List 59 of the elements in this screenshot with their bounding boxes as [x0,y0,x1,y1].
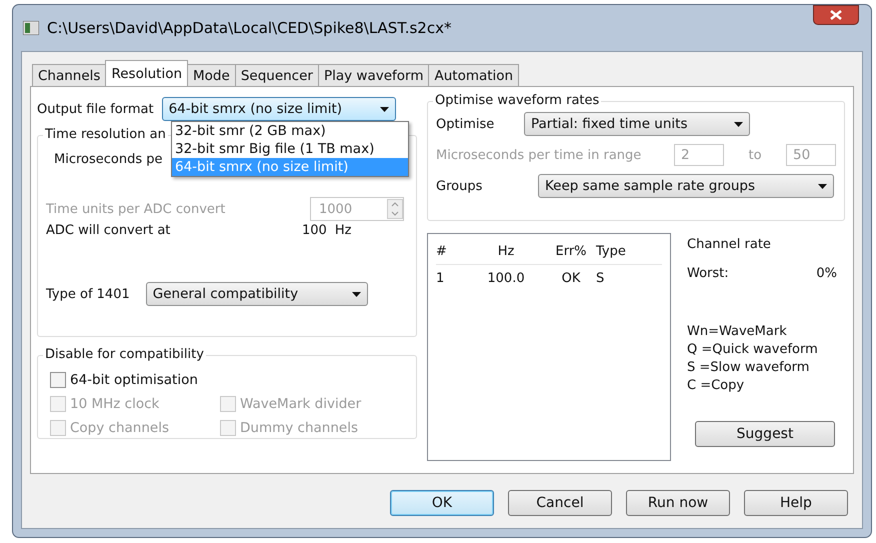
close-icon [830,10,842,20]
unit-label: Hz [334,223,352,238]
close-button[interactable] [813,5,859,25]
legend-text: S =Slow waveform [687,359,810,377]
checkbox-label: 64-bit optimisation [70,372,198,388]
field-label: Output file format [37,102,154,116]
checkbox[interactable] [50,372,66,388]
checkbox-label: Copy channels [70,420,169,436]
field-label: ADC will convert at [46,223,172,238]
column-header: Err% [554,244,588,258]
dialog-button[interactable]: Help [744,490,848,516]
optimise-dropdown[interactable]: Partial: fixed time units [524,112,750,136]
dialog-button[interactable]: Run now [626,490,730,516]
table-cell-text: S [596,270,606,286]
field-label: Worst: [687,266,729,281]
table-cell-text: 1 [436,270,446,286]
field-label: Microseconds per time in range [436,148,642,162]
checkbox-label: WaveMark divider [240,396,362,412]
dialog-button[interactable]: Cancel [508,490,612,516]
checkbox-label: 10 MHz clock [70,396,160,412]
field-label: Groups [436,178,484,194]
legend-text: Wn=WaveMark [687,323,788,341]
output-format-dropdown[interactable]: 64-bit smrx (no size limit) [162,97,396,121]
caret-icon [380,106,389,112]
tab[interactable]: Mode [187,64,236,86]
column-header: Hz [496,244,516,258]
legend-text: Q =Quick waveform [687,341,819,359]
type-dropdown[interactable]: General compatibility [146,282,368,306]
group-title: Disable for compatibility [43,347,206,362]
group-title: Optimise waveform rates [433,93,602,108]
legend-text: C =Copy [687,377,746,395]
caret-icon [352,292,361,296]
tab[interactable]: Play waveform [318,64,430,86]
caret-icon [818,184,827,188]
rate-value: 100 [302,223,327,238]
tab[interactable]: Sequencer [234,64,319,86]
caret-icon [734,122,743,126]
worst-value: 0% [816,266,837,281]
tab[interactable]: Automation [428,64,520,86]
dialog-button[interactable]: OK [390,490,494,516]
section-title: Channel rate [687,237,772,252]
column-header: # [436,244,448,258]
window-title: C:\Users\David\AppData\Local\CED\Spike8\LAST.s2cx* [47,19,452,37]
dropdown-option[interactable]: 32-bit smr Big file (1 TB max) [172,140,408,158]
groups-dropdown[interactable]: Keep same sample rate groups [538,174,834,198]
dropdown-option[interactable]: 32-bit smr (2 GB max) [172,122,408,140]
field-label: Optimise [436,116,496,132]
field-label: to [747,148,763,162]
field-label: Time units per ADC convert [46,202,226,216]
suggest-button[interactable]: Suggest [695,421,835,447]
checkbox-label: Dummy channels [240,420,358,436]
table-cell-text: OK [560,270,582,286]
column-header: Type [596,244,627,258]
app-icon [23,21,39,35]
tab[interactable]: Resolution [105,60,188,86]
field-label: Type of 1401 [46,286,130,302]
table-cell-text: 100.0 [486,270,526,286]
field-label: Microseconds pe [54,152,163,167]
tab[interactable]: Channels [32,64,106,86]
